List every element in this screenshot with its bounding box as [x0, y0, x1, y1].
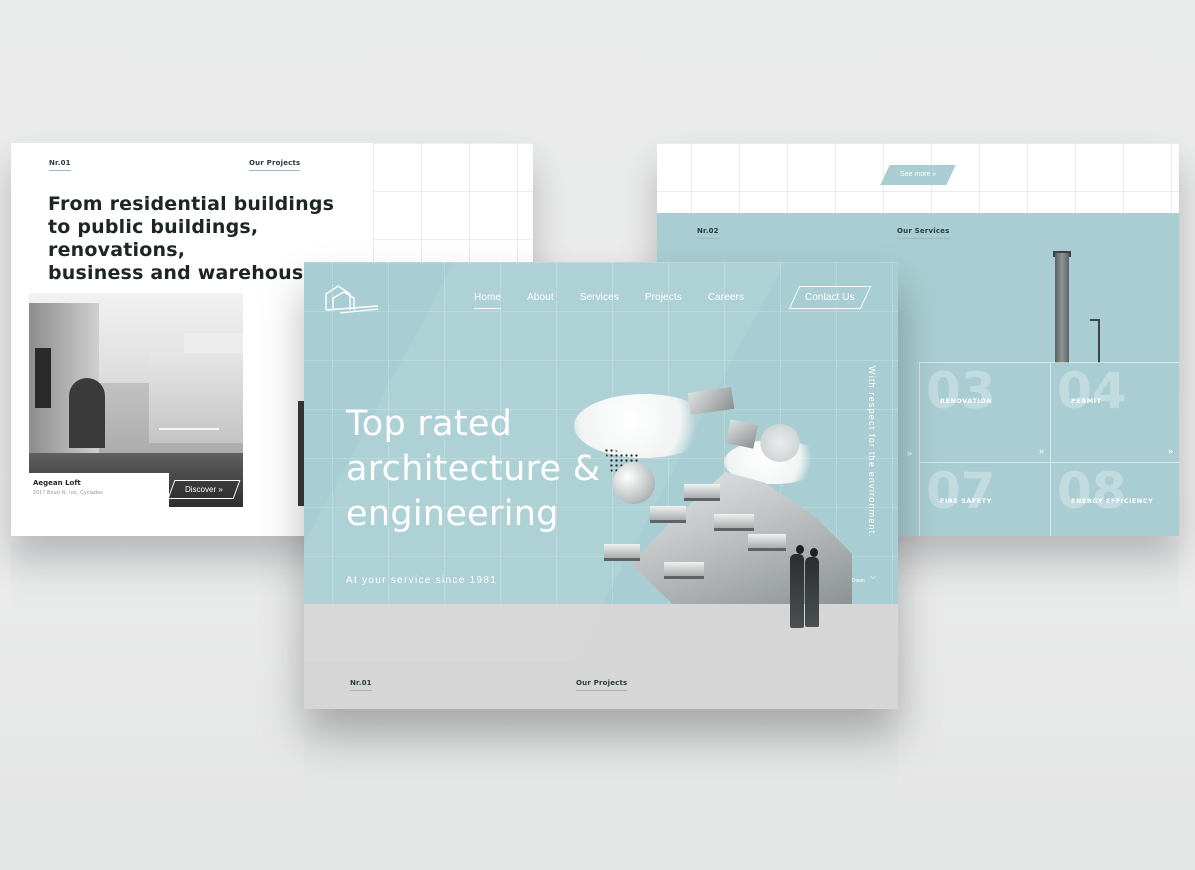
project-title: Aegean Loft: [33, 479, 81, 487]
house-logo-icon[interactable]: [324, 284, 380, 316]
nav-home[interactable]: Home: [474, 292, 502, 309]
nav-about[interactable]: About: [527, 292, 554, 309]
service-cell-permit[interactable]: 04 PERMIT »: [1050, 362, 1179, 462]
street-lamp: [1098, 321, 1100, 363]
contact-label: Contact Us: [805, 292, 855, 303]
building-balcony: [650, 506, 686, 520]
headline-line: From residential buildings: [48, 193, 335, 215]
project-subtitle: 2017 Bouri N. Ios, Cyclades: [33, 490, 104, 496]
section-number: Nr.02: [697, 227, 719, 239]
service-label: ENERGY EFFICIENCY: [1071, 497, 1154, 505]
nav-careers[interactable]: Careers: [708, 292, 744, 309]
see-more-button[interactable]: See more »: [880, 165, 956, 185]
service-number: 03: [926, 362, 996, 420]
building-balcony: [748, 534, 786, 548]
section-title: Our Services: [897, 227, 950, 239]
see-more-label: See more »: [899, 171, 937, 178]
sphere-image: [613, 462, 655, 504]
section-number: Nr.01: [350, 679, 372, 691]
person-figure: [805, 557, 819, 627]
discover-label: Discover »: [185, 485, 223, 494]
service-cell-energy-efficiency[interactable]: 08 ENERGY EFFICIENCY: [1050, 462, 1179, 536]
service-label: RENOVATION: [940, 397, 993, 405]
hero-section: Home About Services Projects Careers Con…: [304, 262, 898, 662]
left-card-reflection: [11, 542, 303, 612]
person-head: [796, 545, 804, 554]
vertical-tagline: With respect for the environment.: [867, 366, 877, 539]
person-figure: [790, 554, 804, 628]
service-number: 04: [1057, 362, 1127, 420]
section-title: Our Projects: [249, 159, 301, 171]
main-navigation: Home About Services Projects Careers: [474, 292, 770, 309]
chimney-image: [1055, 253, 1069, 363]
moon-image: [760, 424, 800, 462]
headline-line: to public buildings, renovations,: [48, 216, 259, 261]
contact-button[interactable]: Contact Us: [788, 286, 872, 309]
chevron-right-icon: »: [1167, 446, 1173, 456]
person-head: [810, 548, 818, 557]
floating-block: [725, 419, 759, 449]
building-balcony: [714, 514, 754, 528]
chevron-down-icon[interactable]: ⌵: [870, 572, 876, 582]
discover-button[interactable]: Discover »: [167, 480, 241, 499]
building-balcony: [664, 562, 704, 576]
main-card-reflection: [304, 716, 898, 826]
hero-title-line: architecture &: [346, 449, 601, 489]
mockup-stage: Nr.01 Our Projects From residential buil…: [0, 0, 1195, 870]
service-cell-renovation[interactable]: 03 RENOVATION »: [919, 362, 1050, 462]
hero-subtitle: At your service since 1981: [346, 575, 498, 586]
service-label: FIRE SAFETY: [940, 497, 992, 505]
section-title: Our Projects: [576, 679, 628, 691]
building-balcony: [684, 484, 720, 498]
hero-title-line: engineering: [346, 494, 559, 534]
service-number: 08: [1057, 462, 1127, 520]
chevron-right-icon: »: [907, 448, 913, 458]
floating-block: [687, 387, 735, 415]
service-label: PERMIT: [1071, 397, 1102, 405]
homepage-slide: Home About Services Projects Careers Con…: [304, 262, 898, 709]
section-number: Nr.01: [49, 159, 71, 171]
building-balcony: [604, 544, 640, 558]
service-cell-fire-safety[interactable]: 07 FIRE SAFETY: [919, 462, 1050, 536]
nav-projects[interactable]: Projects: [645, 292, 682, 309]
chevron-right-icon: »: [1038, 446, 1044, 456]
nav-services[interactable]: Services: [580, 292, 619, 309]
right-card-reflection: [898, 542, 1179, 612]
service-number: 07: [926, 462, 996, 520]
